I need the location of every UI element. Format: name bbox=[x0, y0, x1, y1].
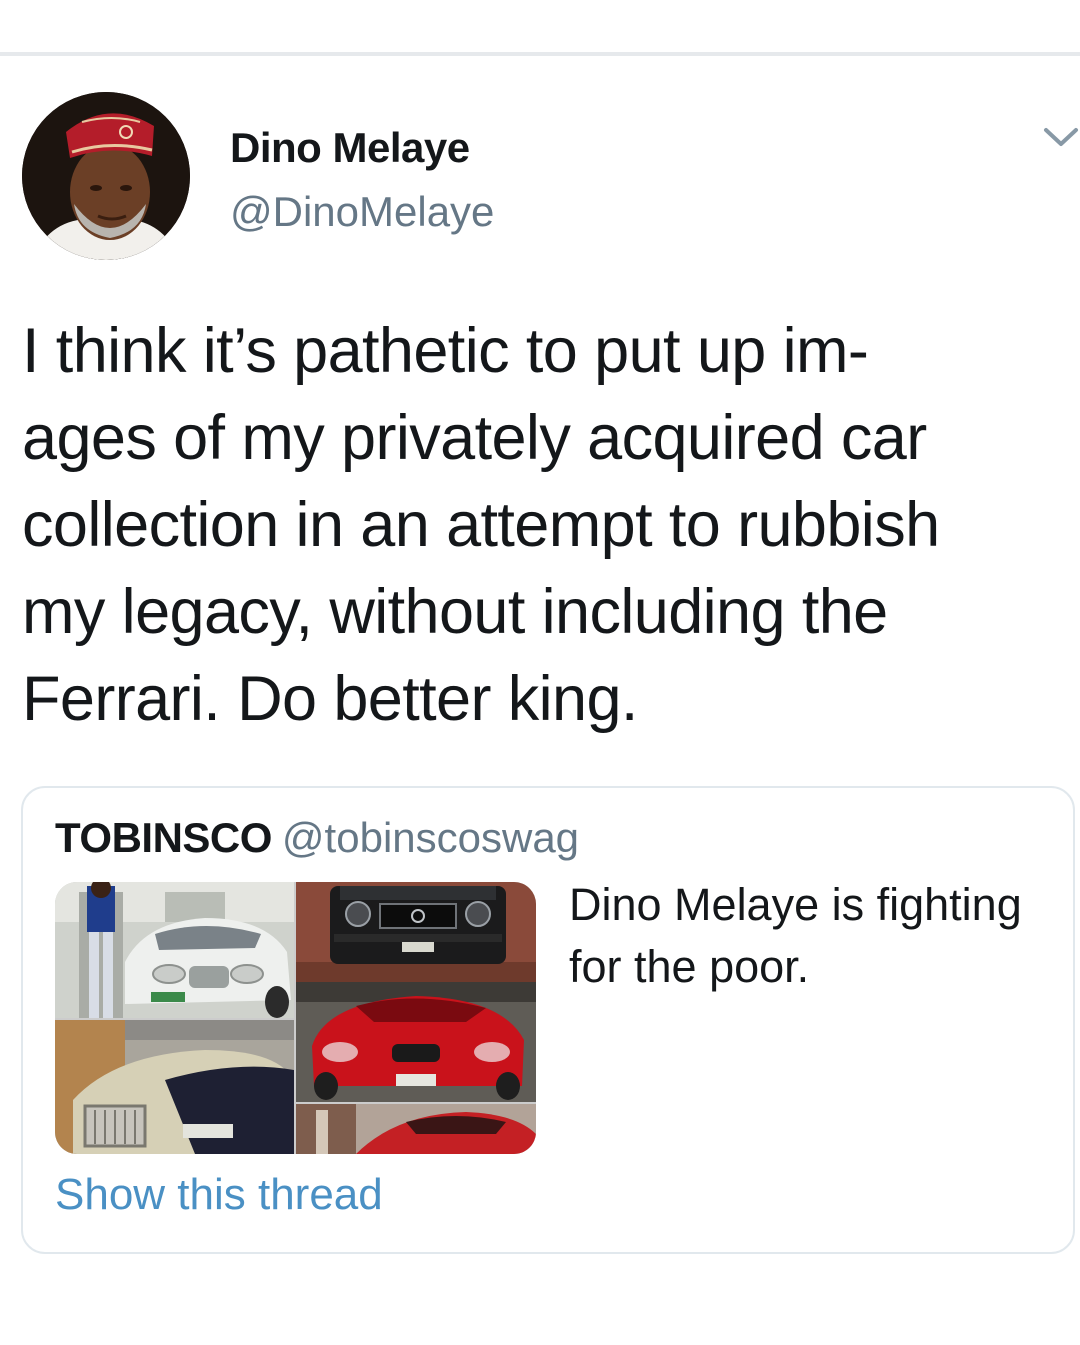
chevron-down-icon[interactable] bbox=[1042, 122, 1080, 152]
author-handle[interactable]: @DinoMelaye bbox=[230, 188, 494, 236]
tweet-text-line: Ferrari. Do better king. bbox=[22, 664, 638, 734]
quoted-tweet-author: TOBINSCO @tobinscoswag bbox=[55, 814, 579, 862]
media-photo-gwagon[interactable] bbox=[296, 882, 536, 982]
tweet-text-line: ages of my privately acquired car bbox=[22, 403, 927, 473]
media-photo-red-roadster[interactable] bbox=[296, 982, 536, 1102]
show-thread-link[interactable]: Show this thread bbox=[55, 1170, 383, 1220]
media-photo-red-car[interactable] bbox=[296, 1104, 536, 1154]
quoted-author-name: TOBINSCO bbox=[55, 814, 272, 861]
avatar[interactable] bbox=[22, 92, 190, 260]
media-photo-rolls-royce[interactable] bbox=[55, 1020, 294, 1154]
quoted-author-handle: @tobinscoswag bbox=[281, 814, 580, 861]
tweet-text: I think it’s pathetic to put up im- ages… bbox=[22, 308, 1078, 743]
tweet-text-line: I think it’s pathetic to put up im- bbox=[22, 316, 869, 386]
avatar-image bbox=[22, 92, 190, 260]
quoted-tweet-text-line: Dino Melaye is fighting bbox=[569, 879, 1022, 930]
quoted-tweet-text: Dino Melaye is fighting for the poor. bbox=[569, 874, 1059, 998]
quoted-tweet-card[interactable]: TOBINSCO @tobinscoswag Dino Melaye is fi… bbox=[21, 786, 1075, 1254]
media-photo-bentley[interactable] bbox=[55, 882, 294, 1018]
quoted-media-grid[interactable] bbox=[55, 882, 536, 1154]
tweet-text-line: my legacy, without including the bbox=[22, 577, 888, 647]
author-display-name[interactable]: Dino Melaye bbox=[230, 124, 470, 172]
tweet-text-line: collection in an attempt to rubbish bbox=[22, 490, 940, 560]
top-divider bbox=[0, 52, 1080, 56]
quoted-tweet-text-line: for the poor. bbox=[569, 941, 810, 992]
tweet-header: Dino Melaye @DinoMelaye bbox=[0, 90, 1080, 270]
